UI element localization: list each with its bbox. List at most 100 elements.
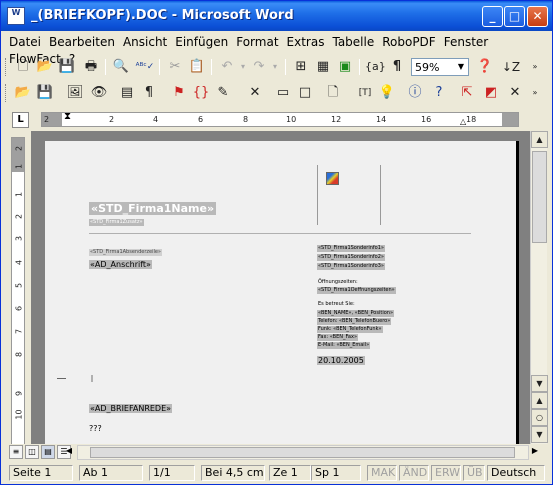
close-button[interactable]: ✕ <box>527 6 548 27</box>
view-icon[interactable]: 👁 <box>89 83 109 103</box>
close-doc-icon[interactable]: ✕ <box>505 83 525 103</box>
absender-zeile-field[interactable]: «STD_Firma1Absenderzeile» <box>89 249 162 256</box>
menu-ansicht[interactable]: Ansicht <box>119 32 171 49</box>
oeffnungszeiten-field[interactable]: «STD_Firma1Oeffnungszeiten» <box>317 287 396 294</box>
menu-robopdf[interactable]: RoboPDF <box>378 32 439 49</box>
scroll-down-icon[interactable]: ▼ <box>531 375 548 392</box>
status-track-changes[interactable]: ÄND <box>399 465 429 481</box>
firma-zusatz-field[interactable]: «STD_Firma1Zusatz» <box>89 219 144 226</box>
document-page[interactable]: «STD_Firma1Name» «STD_Firma1Zusatz» «STD… <box>45 141 519 444</box>
telefon-field[interactable]: Telefon: «BEN_TelefonBuero» <box>317 318 392 325</box>
browse-object-icon[interactable]: ○ <box>531 409 548 426</box>
sonderinfo2-field[interactable]: «STD_Firma1Sonderinfo2» <box>317 254 385 261</box>
anschrift-field[interactable]: «AD_Anschrift» <box>89 260 152 269</box>
insert-picture-icon[interactable]: 🖼 <box>65 83 85 103</box>
horizontal-scrollbar[interactable] <box>77 445 529 460</box>
zoom-select[interactable]: 59% ▼ <box>411 58 469 76</box>
redo-dropdown-icon[interactable]: ▾ <box>265 57 285 77</box>
previous-page-icon[interactable]: ▲ <box>531 392 548 409</box>
normal-view-icon[interactable]: ≡ <box>9 445 23 459</box>
paragraph-settings-icon[interactable]: ¶ <box>139 83 159 103</box>
horizontal-scroll-thumb[interactable] <box>90 447 515 458</box>
wizard-icon[interactable]: 💡 <box>377 83 397 103</box>
briefanrede-field[interactable]: «AD_BRIEFANREDE» <box>89 404 173 413</box>
show-formatting-icon[interactable]: ¶ <box>387 57 407 77</box>
status-macro[interactable]: MAK <box>367 465 397 481</box>
status-section[interactable]: Ab 1 <box>79 465 143 481</box>
menu-einfuegen[interactable]: Einfügen <box>171 32 232 49</box>
indent-marker-icon[interactable]: ⧗ <box>64 113 71 122</box>
text-field-icon[interactable]: [T] <box>355 83 375 103</box>
page-icon[interactable]: 🗋 <box>323 83 343 103</box>
open-folder-red-icon[interactable]: 📂 <box>13 83 33 103</box>
cut-icon[interactable]: ✂ <box>165 57 185 77</box>
tables-borders-icon[interactable]: ▦ <box>313 57 333 77</box>
toolbar-options-icon[interactable]: » <box>525 57 545 77</box>
status-column[interactable]: Sp 1 <box>311 465 361 481</box>
field-codes-icon[interactable]: {a} <box>365 57 386 77</box>
help-icon[interactable]: ❓ <box>475 57 495 77</box>
insert-table-icon[interactable]: ⊞ <box>291 57 311 77</box>
delete-icon[interactable]: ✕ <box>245 83 265 103</box>
scroll-left-icon[interactable]: ◀ <box>63 445 75 459</box>
insert-excel-icon[interactable]: ▣ <box>335 57 355 77</box>
sort-icon[interactable]: ↓Z <box>501 57 521 77</box>
menu-bearbeiten[interactable]: Bearbeiten <box>45 32 119 49</box>
vertical-scrollbar[interactable]: ▲ ▼ ▲ ○ ▼ <box>530 131 548 444</box>
toolbar-grip[interactable] <box>5 84 8 102</box>
email-field[interactable]: E-Mail: «BEN_Email» <box>317 342 371 349</box>
field-insert-icon[interactable]: {} <box>191 83 211 103</box>
spelling-icon[interactable]: ᴬᴮᶜ✓ <box>135 57 155 77</box>
status-page-count[interactable]: 1/1 <box>149 465 195 481</box>
funk-field[interactable]: Funk: «BEN_TelefonFunk» <box>317 326 383 333</box>
datum-field[interactable]: 20.10.2005 <box>317 356 365 365</box>
color-box-icon[interactable]: ◩ <box>481 83 501 103</box>
vertical-ruler[interactable]: 2 1 1 2 3 4 5 6 7 8 9 10 <box>11 137 25 445</box>
menu-extras[interactable]: Extras <box>283 32 329 49</box>
save-icon[interactable]: 💾 <box>57 57 77 77</box>
maximize-button[interactable]: □ <box>504 6 525 27</box>
print-preview-icon[interactable]: 🔍 <box>111 57 131 77</box>
menu-tabelle[interactable]: Tabelle <box>328 32 378 49</box>
firma-name-field[interactable]: «STD_Firma1Name» <box>89 202 217 215</box>
info-icon[interactable]: ⓘ <box>405 83 425 103</box>
export-icon[interactable]: ⇱ <box>457 83 477 103</box>
logo-frame[interactable] <box>317 165 381 225</box>
frame-icon[interactable]: □ <box>295 83 315 103</box>
next-page-icon[interactable]: ▼ <box>531 426 548 443</box>
menu-format[interactable]: Format <box>232 32 282 49</box>
word-doc-icon[interactable]: W <box>7 7 25 25</box>
save-red-icon[interactable]: 💾 <box>35 83 55 103</box>
header-icon[interactable]: ▭ <box>273 83 293 103</box>
bookmark-icon[interactable]: ⚑ <box>169 83 189 103</box>
sonderinfo1-field[interactable]: «STD_Firma1Sonderinfo1» <box>317 245 385 252</box>
status-extend[interactable]: ERW <box>431 465 461 481</box>
menu-datei[interactable]: Datei <box>5 32 45 49</box>
web-layout-icon[interactable]: ◫ <box>25 445 39 459</box>
minimize-button[interactable]: _ <box>482 6 503 27</box>
chevron-down-icon[interactable]: ▼ <box>454 59 468 75</box>
tab-selector[interactable]: L <box>12 112 29 128</box>
document-icon[interactable]: ▤ <box>117 83 137 103</box>
document-area[interactable]: «STD_Firma1Name» «STD_Firma1Zusatz» «STD… <box>31 131 530 444</box>
fax-field[interactable]: Fax: «BEN_Fax» <box>317 334 359 341</box>
status-position[interactable]: Bei 4,5 cm <box>201 465 265 481</box>
title-bar[interactable]: W _(BRIEFKOPF).DOC - Microsoft Word _ □ … <box>1 1 552 31</box>
vertical-scroll-thumb[interactable] <box>532 151 547 243</box>
menu-fenster[interactable]: Fenster <box>440 32 493 49</box>
edit-icon[interactable]: ✎ <box>213 83 233 103</box>
print-layout-icon[interactable]: ▤ <box>41 445 55 459</box>
status-page[interactable]: Seite 1 <box>9 465 73 481</box>
new-document-icon[interactable]: 🗋 <box>13 57 33 77</box>
status-language[interactable]: Deutsch <box>487 465 545 481</box>
scroll-up-icon[interactable]: ▲ <box>531 131 548 148</box>
toolbar-grip[interactable] <box>5 58 8 76</box>
paste-icon[interactable]: 📋 <box>187 57 207 77</box>
ben-name-field[interactable]: «BEN_NAME», «BEN_Position» <box>317 310 394 317</box>
right-indent-marker-icon[interactable]: △ <box>460 118 466 126</box>
sonderinfo3-field[interactable]: «STD_Firma1Sonderinfo3» <box>317 263 385 270</box>
scroll-right-icon[interactable]: ▶ <box>529 445 541 459</box>
print-icon[interactable]: 🖶 <box>81 57 101 77</box>
help-circle-icon[interactable]: ? <box>429 83 449 103</box>
status-overtype[interactable]: ÜB <box>463 465 485 481</box>
